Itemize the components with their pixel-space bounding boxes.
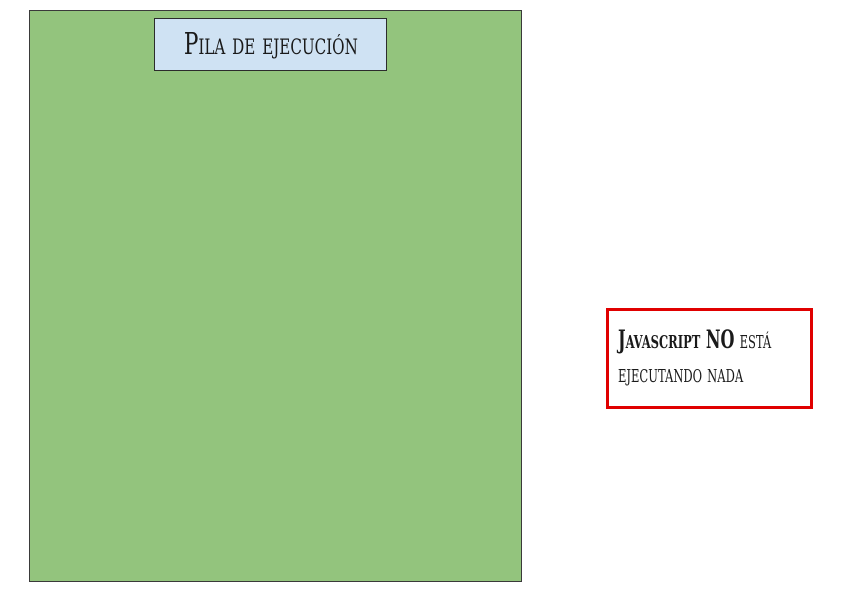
execution-stack-box (29, 10, 522, 582)
execution-stack-title: Pila de ejecución (154, 18, 387, 71)
status-note-line-1-rest: está (734, 325, 772, 354)
status-note-line-2: ejecutando nada (618, 359, 744, 388)
status-note-line-1: Javascript NO está (618, 323, 771, 357)
status-note-box: Javascript NO está ejecutando nada (606, 308, 813, 409)
status-note-bold-text: Javascript NO (618, 325, 735, 354)
execution-stack-title-text: Pila de ejecución (183, 27, 358, 62)
